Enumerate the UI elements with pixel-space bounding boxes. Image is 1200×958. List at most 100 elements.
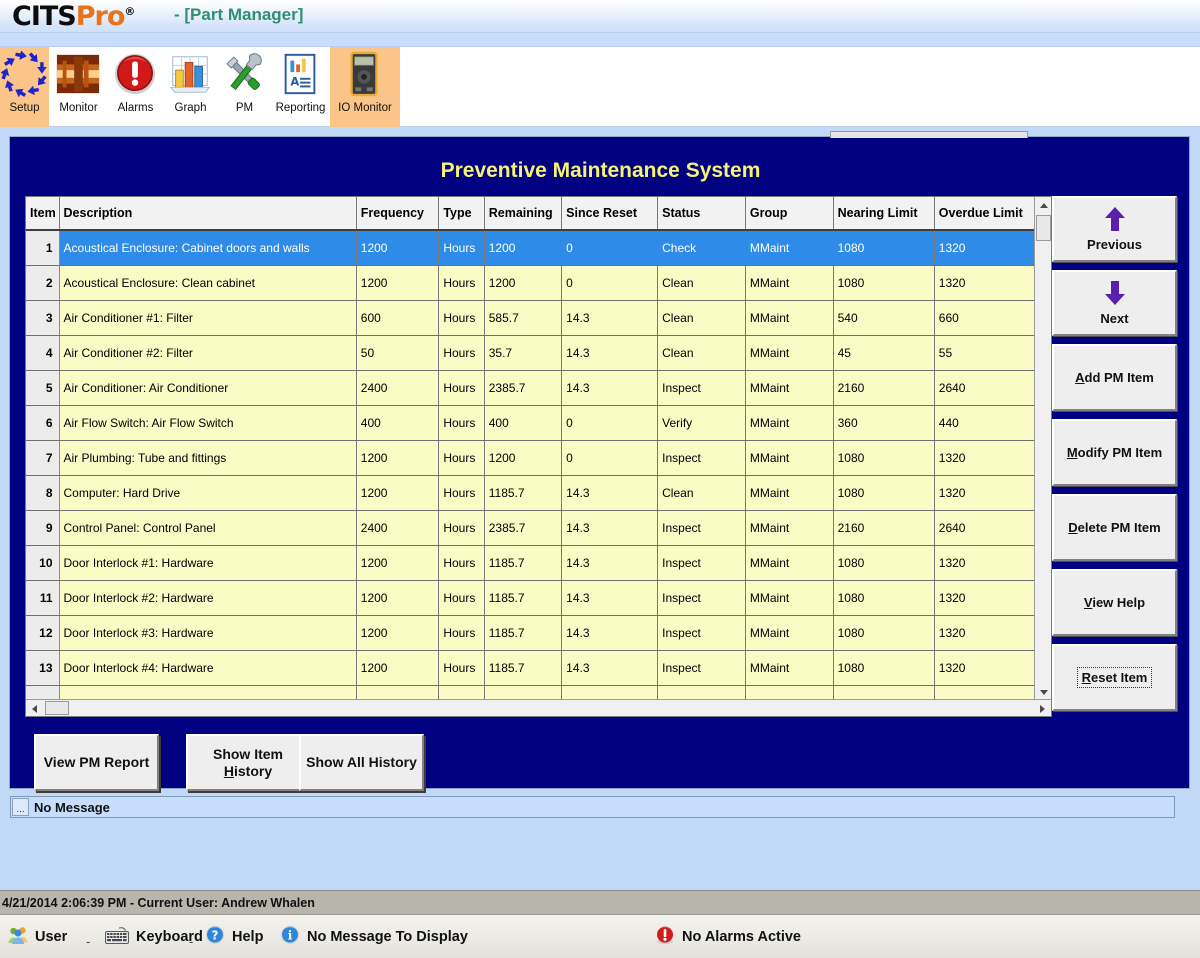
grid-vertical-scrollbar[interactable]	[1034, 197, 1051, 701]
column-header-overdue[interactable]: Overdue Limit	[934, 197, 1037, 231]
table-row[interactable]: 13 Door Interlock #4: Hardware 1200 Hours 11…	[26, 650, 1037, 686]
bar-chart-icon	[167, 51, 215, 99]
table-row[interactable]: 10 Door Interlock #1: Hardware 1200 Hours 11…	[26, 545, 1037, 581]
cell-overdue: 2640	[934, 510, 1037, 546]
table-row[interactable]: 8 Computer: Hard Drive 1200 Hours 1185.7 14.3…	[26, 475, 1037, 511]
cell-overdue: 1320	[934, 615, 1037, 651]
show-all-history-button[interactable]: Show All History	[299, 734, 424, 791]
table-row[interactable]: 1 Acoustical Enclosure: Cabinet doors and…	[26, 230, 1037, 266]
cell-since: 14.3	[561, 370, 659, 406]
message-expand-button[interactable]: ...	[12, 798, 29, 816]
show-item-history-button[interactable]: Show Item History	[186, 734, 310, 791]
scroll-left-icon[interactable]	[26, 700, 43, 716]
column-header-rem[interactable]: Remaining	[484, 197, 563, 231]
status-item-help[interactable]: ? Help	[205, 924, 263, 950]
table-row[interactable]: 2 Acoustical Enclosure: Clean cabinet 1200…	[26, 265, 1037, 301]
cell-item: 6	[26, 405, 60, 441]
column-header-freq[interactable]: Frequency	[356, 197, 440, 231]
table-row[interactable]: 5 Air Conditioner: Air Conditioner 2400 Hou…	[26, 370, 1037, 406]
add-pm-button[interactable]: Add PM Item	[1052, 344, 1177, 411]
help-question-icon: ?	[205, 925, 225, 949]
status-item-user[interactable]: User	[8, 924, 67, 950]
modify-pm-label: Modify PM Item	[1066, 445, 1163, 460]
alarm-exclamation-icon	[112, 51, 160, 99]
modify-pm-button[interactable]: Modify PM Item	[1052, 419, 1177, 486]
toolbar-button-setup[interactable]: Setup	[0, 47, 49, 127]
pm-panel-title: Preventive Maintenance System	[440, 159, 761, 182]
bottom-status-bar: User Keyboard? Help i No Message To Display N…	[0, 914, 1200, 958]
cell-rem: 2385.7	[484, 370, 563, 406]
toolbar-button-label: Reporting	[275, 102, 326, 114]
reset-item-button[interactable]: Reset Item	[1052, 644, 1177, 711]
arrow-up-icon	[1103, 206, 1127, 235]
cell-item: 3	[26, 300, 60, 336]
cell-since: 14.3	[561, 545, 659, 581]
cell-since: 0	[561, 405, 659, 441]
cell-rem: 2385.7	[484, 510, 563, 546]
horizontal-scroll-thumb[interactable]	[45, 701, 69, 715]
title-bar-strip	[0, 33, 1200, 47]
grid-horizontal-scrollbar[interactable]	[26, 699, 1051, 716]
logo-pro-text: Pro	[75, 1, 126, 32]
column-header-since[interactable]: Since Reset	[561, 197, 659, 231]
toolbar-button-alarms[interactable]: Alarms	[108, 47, 163, 127]
cell-item: 7	[26, 440, 60, 476]
cell-rem: 1185.7	[484, 580, 563, 616]
table-row[interactable]: 3 Air Conditioner #1: Filter 600 Hours 585.7…	[26, 300, 1037, 336]
cell-freq: 1200	[356, 265, 440, 301]
column-header-desc[interactable]: Description	[59, 197, 357, 231]
table-row[interactable]: 9 Control Panel: Control Panel 2400 Hours 23…	[26, 510, 1037, 546]
delete-pm-button[interactable]: Delete PM Item	[1052, 494, 1177, 561]
cell-type: Hours	[438, 510, 485, 546]
cell-status: Verify	[657, 405, 746, 441]
cell-nearing: 1080	[833, 265, 935, 301]
panel-tab-handle[interactable]	[830, 131, 1028, 138]
cell-overdue: 440	[934, 405, 1037, 441]
cell-nearing: 360	[833, 405, 935, 441]
next-button[interactable]: Next	[1052, 270, 1177, 336]
column-header-status[interactable]: Status	[657, 197, 746, 231]
cell-nearing: 45	[833, 335, 935, 371]
cell-type: Hours	[438, 545, 485, 581]
users-icon	[8, 926, 28, 948]
cell-group: MMaint	[745, 405, 834, 441]
toolbar-button-reporting[interactable]: A Reporting	[271, 47, 330, 127]
cell-type: Hours	[438, 405, 485, 441]
column-header-nearing[interactable]: Nearing Limit	[833, 197, 935, 231]
table-row[interactable]: 6 Air Flow Switch: Air Flow Switch 400 Hour…	[26, 405, 1037, 441]
cell-type: Hours	[438, 475, 485, 511]
scroll-right-icon[interactable]	[1034, 700, 1051, 716]
cell-freq: 1200	[356, 650, 440, 686]
vertical-scroll-thumb[interactable]	[1036, 215, 1051, 241]
pm-items-grid[interactable]: Item Description Frequency Type Remaining Sin…	[25, 196, 1052, 717]
toolbar-button-graph[interactable]: Graph	[163, 47, 218, 127]
scroll-up-icon[interactable]	[1035, 197, 1051, 214]
cell-since: 14.3	[561, 510, 659, 546]
column-header-type[interactable]: Type	[438, 197, 485, 231]
previous-button[interactable]: Previous	[1052, 196, 1177, 262]
view-pm-report-button[interactable]: View PM Report	[34, 734, 159, 791]
cell-group: MMaint	[745, 370, 834, 406]
table-row[interactable]: 7 Air Plumbing: Tube and fittings 1200 Hour…	[26, 440, 1037, 476]
svg-text:?: ?	[212, 929, 219, 943]
status-item-label: Help	[232, 929, 264, 945]
column-header-group[interactable]: Group	[745, 197, 834, 231]
table-row[interactable]: 12 Door Interlock #3: Hardware 1200 Hours 11…	[26, 615, 1037, 651]
cell-rem: 1185.7	[484, 545, 563, 581]
toolbar-button-pm[interactable]: PM	[218, 47, 271, 127]
toolbar-button-io-monitor[interactable]: IO Monitor	[330, 47, 400, 127]
column-header-item[interactable]: Item	[26, 197, 60, 231]
cell-desc: Air Conditioner #2: Filter	[59, 335, 357, 371]
show-all-history-label: Show All History	[306, 754, 417, 771]
table-row[interactable]: 4 Air Conditioner #2: Filter 50 Hours 35.7 14…	[26, 335, 1037, 371]
status-item-alarms[interactable]: No Alarms Active	[655, 924, 801, 950]
cell-status: Clean	[657, 475, 746, 511]
status-item-message[interactable]: i No Message To Display	[280, 924, 468, 950]
toolbar-button-monitor[interactable]: Monitor	[49, 47, 108, 127]
table-row[interactable]: 11 Door Interlock #2: Hardware 1200 Hours 11…	[26, 580, 1037, 616]
pm-table-head: Item Description Frequency Type Remaining Sin…	[26, 197, 1037, 231]
cell-group: MMaint	[745, 615, 834, 651]
cell-item: 10	[26, 545, 60, 581]
cell-item: 4	[26, 335, 60, 371]
view-help-button[interactable]: View Help	[1052, 569, 1177, 636]
